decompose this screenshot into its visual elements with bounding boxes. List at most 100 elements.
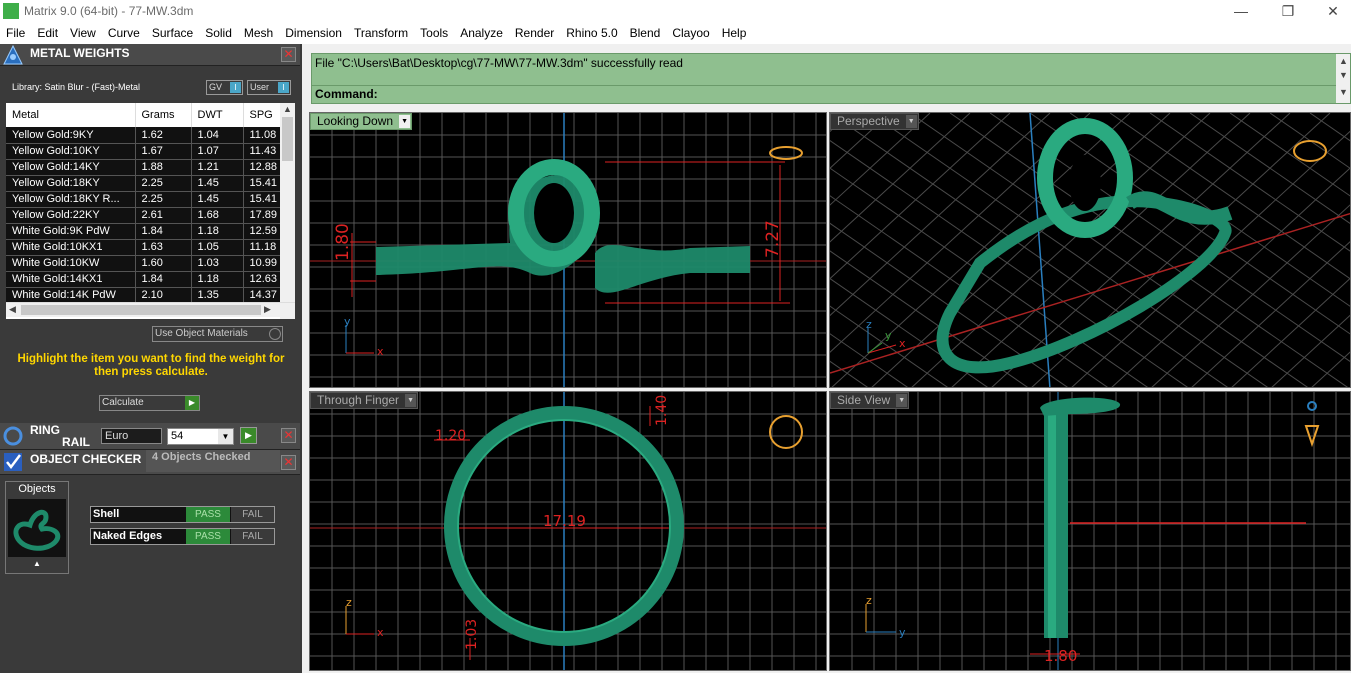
ring-size-standard-field[interactable]: Euro [101,428,162,444]
table-cell: 1.45 [191,175,244,192]
horizontal-scroll-thumb[interactable] [21,305,261,315]
perspective-scene: z y x [830,113,1350,387]
through-finger-scene: 17.19 1.20 1.40 1.03 z x [310,392,826,670]
table-cell: Yellow Gold:18KY [6,175,136,192]
table-row[interactable]: Yellow Gold:9KY 1.62 1.04 11.08 [6,127,281,144]
viewport-side-view[interactable]: 1.80 z y Side View ▼ [829,391,1351,671]
side-view-label[interactable]: Side View ▼ [830,392,910,409]
calculate-button[interactable]: Calculate ▶ [99,395,200,411]
scroll-left-arrow-icon[interactable]: ◀ [9,304,16,315]
table-cell: 1.60 [135,255,192,272]
minimize-button[interactable]: — [1218,0,1264,22]
menu-blend[interactable]: Blend [624,23,667,44]
menu-dimension[interactable]: Dimension [279,23,348,44]
looking-down-label[interactable]: Looking Down ▼ [310,113,413,130]
chevron-down-icon[interactable]: ▼ [896,394,908,407]
ring-thumbnail-icon [13,509,61,551]
use-object-materials-toggle[interactable]: Use Object Materials [152,326,283,342]
menu-clayoo[interactable]: Clayoo [666,23,715,44]
svg-text:x: x [377,345,384,358]
menu-surface[interactable]: Surface [146,23,199,44]
table-cell: 11.08 [243,127,281,144]
viewport-perspective[interactable]: z y x Perspective ▼ [829,112,1351,388]
command-scrollbar[interactable]: ▲ ▼ ▼ [1336,54,1350,103]
weight-instructions: Highlight the item you want to find the … [17,353,285,378]
command-scroll-down-icon[interactable]: ▼ [1339,70,1348,80]
objects-preview-box[interactable]: Objects ▲ [5,481,69,574]
viewport-through-finger[interactable]: 17.19 1.20 1.40 1.03 z x Through Finger … [309,391,827,671]
user-toggle[interactable]: User I [247,80,291,95]
chevron-down-icon[interactable]: ▼ [905,115,917,128]
object-thumbnail[interactable] [8,499,66,557]
menu-analyze[interactable]: Analyze [454,23,509,44]
table-horizontal-scrollbar[interactable]: ◀ ▶ [6,302,295,317]
table-row[interactable]: Yellow Gold:18KY R... 2.25 1.45 15.41 [6,191,281,208]
calculate-label: Calculate [102,397,144,408]
user-toggle-label: User [250,82,270,92]
close-metal-weights-button[interactable]: ✕ [281,47,296,62]
chevron-down-icon[interactable]: ▼ [399,115,411,128]
ring-rail-go-button[interactable]: ▶ [240,427,257,444]
expand-up-icon[interactable]: ▲ [6,559,68,568]
dim-length-label: 7.27 [763,220,783,258]
menu-mesh[interactable]: Mesh [238,23,279,44]
through-finger-label[interactable]: Through Finger ▼ [310,392,419,409]
table-row[interactable]: Yellow Gold:18KY 2.25 1.45 15.41 [6,175,281,192]
chevron-down-icon[interactable]: ▼ [218,429,233,444]
naked-edges-check-row: Naked Edges PASS FAIL [90,528,275,545]
chevron-down-icon[interactable]: ▼ [405,394,417,407]
menu-edit[interactable]: Edit [31,23,64,44]
scroll-up-arrow-icon[interactable]: ▲ [283,104,292,114]
command-scroll-down-2-icon[interactable]: ▼ [1339,87,1348,97]
scroll-right-arrow-icon[interactable]: ▶ [264,304,271,315]
column-header-spg[interactable]: SPG [243,103,281,127]
shell-check-row: Shell PASS FAIL [90,506,275,523]
table-row[interactable]: Yellow Gold:10KY 1.67 1.07 11.43 [6,143,281,160]
menu-render[interactable]: Render [509,23,560,44]
menu-help[interactable]: Help [716,23,753,44]
dim-bottom-label: 1.03 [464,619,480,650]
table-cell: 1.21 [191,159,244,176]
table-cell: Yellow Gold:9KY [6,127,136,144]
ring-size-select[interactable]: 54 ▼ [167,428,234,445]
table-cell: Yellow Gold:10KY [6,143,136,160]
menu-tools[interactable]: Tools [414,23,454,44]
close-ring-rail-button[interactable]: ✕ [281,428,296,443]
column-header-metal[interactable]: Metal [6,103,136,127]
svg-text:x: x [899,337,906,350]
table-row[interactable]: White Gold:10KW 1.60 1.03 10.99 [6,255,281,272]
table-row[interactable]: White Gold:9K PdW 1.84 1.18 12.59 [6,223,281,240]
menu-file[interactable]: File [0,23,31,44]
command-scroll-up-icon[interactable]: ▲ [1339,56,1348,66]
table-cell: 14.37 [243,287,281,304]
use-object-materials-label: Use Object Materials [155,328,248,339]
table-vertical-scrollbar[interactable]: ▲ ▼ [280,103,295,319]
command-prompt[interactable]: Command: [315,87,378,101]
left-tool-panel: METAL WEIGHTS ✕ Library: Satin Blur - (F… [0,44,302,673]
table-cell: White Gold:9K PdW [6,223,136,240]
menu-view[interactable]: View [64,23,102,44]
table-cell: 1.18 [191,223,244,240]
close-object-checker-button[interactable]: ✕ [281,455,296,470]
perspective-label[interactable]: Perspective ▼ [830,113,919,130]
menu-transform[interactable]: Transform [348,23,414,44]
menu-solid[interactable]: Solid [199,23,238,44]
menu-rhino[interactable]: Rhino 5.0 [560,23,623,44]
table-row[interactable]: Yellow Gold:22KY 2.61 1.68 17.89 [6,207,281,224]
table-cell: 1.63 [135,239,192,256]
vertical-scroll-thumb[interactable] [282,117,293,161]
maximize-button[interactable]: ❐ [1265,0,1311,22]
table-row[interactable]: White Gold:10KX1 1.63 1.05 11.18 [6,239,281,256]
title-bar: Matrix 9.0 (64-bit) - 77-MW.3dm — ❐ ✕ [0,0,1351,23]
column-header-dwt[interactable]: DWT [191,103,244,127]
table-row[interactable]: Yellow Gold:14KY 1.88 1.21 12.88 [6,159,281,176]
gv-toggle[interactable]: GV I [206,80,243,95]
close-window-button[interactable]: ✕ [1310,0,1351,22]
table-row[interactable]: White Gold:14K PdW 2.10 1.35 14.37 [6,287,281,304]
naked-edges-check-label: Naked Edges [93,530,163,542]
column-header-grams[interactable]: Grams [135,103,192,127]
viewport-looking-down[interactable]: 1.80 7.27 y x Looking Down ▼ [309,112,827,388]
table-cell: 1.35 [191,287,244,304]
table-row[interactable]: White Gold:14KX1 1.84 1.18 12.63 [6,271,281,288]
menu-curve[interactable]: Curve [102,23,146,44]
